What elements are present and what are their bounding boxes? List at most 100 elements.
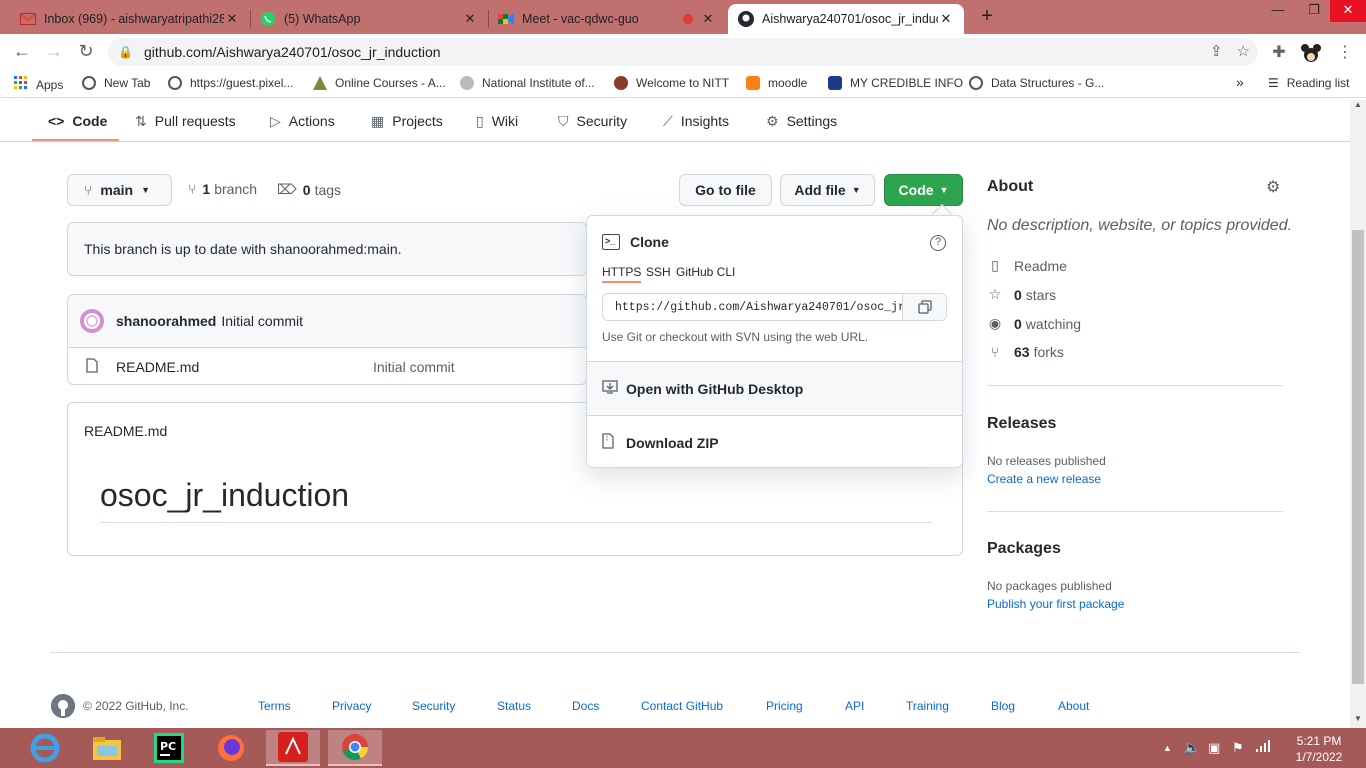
bookmark-moodle[interactable]: moodle <box>746 76 807 90</box>
branches-link[interactable]: ⑂ 1 branch <box>188 181 257 197</box>
code-button[interactable]: Code ▼ <box>884 174 963 206</box>
footer-link-docs[interactable]: Docs <box>572 699 599 713</box>
tab-settings[interactable]: ⚙ Settings <box>766 108 837 134</box>
restore-button[interactable]: ❐ <box>1296 0 1332 22</box>
share-icon[interactable]: ⇪ <box>1210 42 1223 60</box>
tab-pull-requests[interactable]: ⇅ Pull requests <box>135 108 236 134</box>
tab-security[interactable]: ⛉ Security <box>558 108 627 134</box>
readme-link[interactable]: ▯ Readme <box>987 257 1067 274</box>
browser-tab-gmail[interactable]: Inbox (969) - aishwaryatripathi28 ✕ <box>10 4 250 34</box>
commit-message[interactable]: Initial commit <box>221 313 303 329</box>
scrollbar-thumb[interactable] <box>1352 230 1364 684</box>
signal-bars-icon[interactable] <box>1256 740 1272 755</box>
minimize-button[interactable]: — <box>1260 0 1296 22</box>
commit-author[interactable]: shanoorahmed <box>116 313 216 329</box>
add-file-button[interactable]: Add file ▼ <box>780 174 875 206</box>
go-to-file-button[interactable]: Go to file <box>679 174 772 206</box>
scroll-up-arrow-icon[interactable]: ▲ <box>1350 100 1366 114</box>
watchers-link[interactable]: ◉ 0 watching <box>987 315 1081 332</box>
readme-filename[interactable]: README.md <box>84 423 167 439</box>
tags-link[interactable]: ⌦ 0 tags <box>277 181 341 198</box>
chrome-icon[interactable] <box>328 730 382 766</box>
footer-link-terms[interactable]: Terms <box>258 699 291 713</box>
browser-tab-github[interactable]: Aishwarya240701/osoc_jr_induct ✕ <box>728 4 964 34</box>
footer-link-security[interactable]: Security <box>412 699 455 713</box>
close-icon[interactable]: ✕ <box>462 11 478 27</box>
reload-icon[interactable]: ↻ <box>74 40 98 64</box>
file-name[interactable]: README.md <box>116 359 373 375</box>
packages-heading[interactable]: Packages <box>987 540 1061 558</box>
tab-github-cli[interactable]: GitHub CLI <box>676 265 735 279</box>
footer-link-about[interactable]: About <box>1058 699 1089 713</box>
clone-url-field[interactable]: https://github.com/Aishwarya240701/osoc_… <box>602 293 947 321</box>
copy-button[interactable] <box>902 294 946 320</box>
footer-link-privacy[interactable]: Privacy <box>332 699 371 713</box>
tab-actions[interactable]: ▷ Actions <box>270 108 335 134</box>
address-bar[interactable]: 🔒 github.com/Aishwarya240701/osoc_jr_ind… <box>108 38 1258 66</box>
taskbar-clock[interactable]: 5:21 PM 1/7/2022 <box>1283 733 1355 765</box>
new-tab-button[interactable]: + <box>976 6 998 28</box>
close-icon[interactable]: ✕ <box>224 11 240 27</box>
bookmark-online-courses[interactable]: Online Courses - A... <box>313 76 446 90</box>
tab-wiki[interactable]: ▯ Wiki <box>476 108 518 134</box>
bookmark-nit[interactable]: National Institute of... <box>460 76 595 90</box>
clone-url-input[interactable]: https://github.com/Aishwarya240701/osoc_… <box>603 301 902 314</box>
footer-link-status[interactable]: Status <box>497 699 531 713</box>
action-center-flag-icon[interactable]: ⚑ <box>1232 740 1244 756</box>
releases-heading[interactable]: Releases <box>987 415 1056 433</box>
tab-ssh[interactable]: SSH <box>646 265 671 279</box>
create-release-link[interactable]: Create a new release <box>987 472 1101 486</box>
chrome-menu-icon[interactable]: ⋮ <box>1334 42 1356 64</box>
avatar[interactable] <box>80 309 104 333</box>
bookmark-credible-info[interactable]: MY CREDIBLE INFO <box>828 76 963 90</box>
file-explorer-icon[interactable] <box>80 730 134 766</box>
close-icon[interactable]: ✕ <box>700 11 716 27</box>
lock-icon: 🔒 <box>118 45 133 59</box>
footer-link-api[interactable]: API <box>845 699 864 713</box>
gear-icon[interactable]: ⚙ <box>1266 177 1280 197</box>
browser-tab-meet[interactable]: Meet - vac-qdwc-guo ✕ <box>488 4 726 34</box>
browser-tab-whatsapp[interactable]: (5) WhatsApp ✕ <box>250 4 488 34</box>
tray-expand-icon[interactable]: ▲ <box>1163 743 1172 753</box>
bookmark-guest-pixel[interactable]: https://guest.pixel... <box>168 76 293 90</box>
reading-list-button[interactable]: ☰ Reading list <box>1268 76 1349 90</box>
bookmark-apps[interactable]: Apps <box>14 76 63 93</box>
bookmark-data-structures[interactable]: Data Structures - G... <box>969 76 1104 90</box>
download-zip-button[interactable]: Download ZIP <box>587 415 962 469</box>
footer-link-contact[interactable]: Contact GitHub <box>641 699 723 713</box>
help-icon[interactable]: ? <box>930 235 946 251</box>
github-logo-icon[interactable] <box>51 694 75 718</box>
window-close-button[interactable]: ✕ <box>1330 0 1366 22</box>
file-commit-message[interactable]: Initial commit <box>373 359 455 375</box>
tab-code[interactable]: <> Code <box>48 108 107 134</box>
acrobat-icon[interactable] <box>266 730 320 766</box>
extensions-puzzle-icon[interactable]: ✚ <box>1268 42 1290 64</box>
network-adapter-icon[interactable]: ▣ <box>1208 740 1220 756</box>
close-icon[interactable]: ✕ <box>938 11 954 27</box>
forks-link[interactable]: ⑂ 63 forks <box>987 344 1064 360</box>
tab-https[interactable]: HTTPS <box>602 265 642 283</box>
volume-icon[interactable]: 🔈 <box>1184 740 1200 756</box>
stars-link[interactable]: ☆ 0 stars <box>987 286 1056 303</box>
bookmark-new-tab[interactable]: New Tab <box>82 76 150 90</box>
bookmark-nitt[interactable]: Welcome to NITT <box>614 76 729 90</box>
footer-link-blog[interactable]: Blog <box>991 699 1015 713</box>
firefox-icon[interactable] <box>204 730 258 766</box>
more-bookmarks-button[interactable]: » <box>1236 74 1244 90</box>
forward-arrow-icon[interactable]: → <box>42 40 66 64</box>
back-arrow-icon[interactable]: ← <box>10 40 34 64</box>
open-with-desktop-button[interactable]: Open with GitHub Desktop <box>587 361 962 415</box>
tab-label: Actions <box>288 113 335 129</box>
bookmark-star-icon[interactable]: ☆ <box>1237 42 1250 60</box>
publish-package-link[interactable]: Publish your first package <box>987 597 1124 611</box>
footer-link-training[interactable]: Training <box>906 699 949 713</box>
profile-avatar-icon[interactable] <box>1300 42 1322 64</box>
branch-select-button[interactable]: ⑂ main ▼ <box>67 174 172 206</box>
tab-projects[interactable]: ▦ Projects <box>371 108 443 134</box>
internet-explorer-icon[interactable] <box>18 730 72 766</box>
scroll-down-arrow-icon[interactable]: ▼ <box>1350 714 1366 728</box>
footer-link-pricing[interactable]: Pricing <box>766 699 803 713</box>
page-scrollbar[interactable]: ▲ ▼ <box>1350 100 1366 728</box>
pycharm-icon[interactable]: PC <box>142 730 196 766</box>
tab-insights[interactable]: ⟋ Insights <box>663 108 729 134</box>
